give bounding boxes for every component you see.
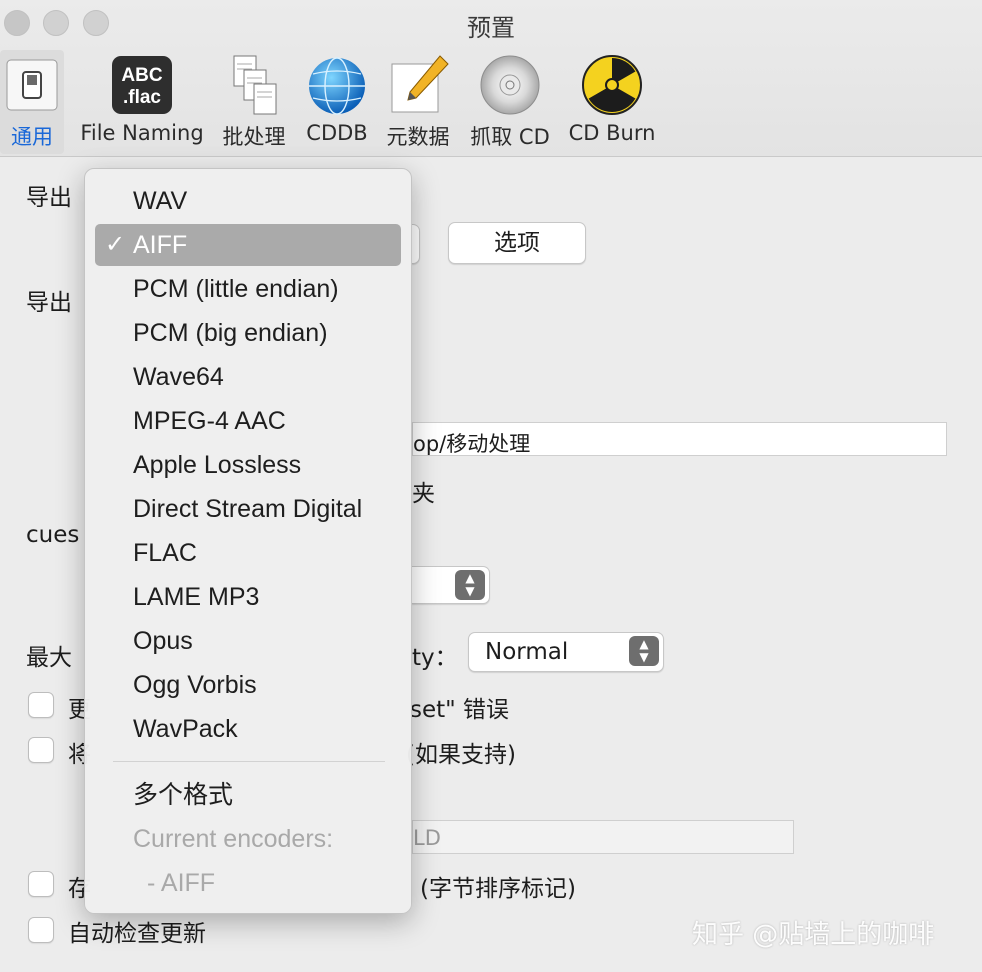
- folder-option-text: 夹: [412, 481, 435, 507]
- output-path-field[interactable]: op/移动处理: [412, 422, 947, 456]
- toolbar-label-cddb: CDDB: [306, 121, 368, 145]
- menu-item-apple-lossless[interactable]: Apple Lossless: [95, 444, 401, 486]
- toolbar-tab-cd-burn[interactable]: CD Burn: [566, 50, 658, 154]
- toolbar-label-file-naming: File Naming: [80, 121, 204, 145]
- priority-popup-stepper-icon: ▲ ▼: [629, 636, 659, 666]
- menu-item-multiple-formats[interactable]: 多个格式: [95, 774, 401, 816]
- watermark: 知乎 @贴墙上的咖啡: [692, 920, 935, 950]
- pencil-note-icon: [391, 55, 449, 113]
- auto-update-checkbox[interactable]: [28, 917, 54, 943]
- menu-item-wave64[interactable]: Wave64: [95, 356, 401, 398]
- max-threads-label: 最大: [26, 645, 72, 671]
- svg-text:ABC: ABC: [121, 65, 162, 86]
- cue-popup-stepper-icon: ▲ ▼: [455, 570, 485, 600]
- toolbar-label-batch: 批处理: [222, 125, 286, 149]
- format-popup-button-edge[interactable]: [412, 224, 420, 264]
- toolbar-tab-metadata[interactable]: 元数据: [382, 50, 454, 154]
- toolbar-label-general: 通用: [11, 125, 53, 149]
- toolbar-label-cd-burn: CD Burn: [568, 121, 656, 145]
- menu-item-wav[interactable]: WAV: [95, 180, 401, 222]
- abc-flac-icon: ABC .flac: [112, 56, 172, 114]
- priority-value: Normal: [485, 639, 569, 665]
- menu-item-mpeg4-aac[interactable]: MPEG-4 AAC: [95, 400, 401, 442]
- output-format-menu: WAV ✓ AIFF PCM (little endian) PCM (big e…: [84, 168, 412, 914]
- menu-current-encoders-label: Current encoders:: [133, 825, 334, 853]
- menu-item-wavpack[interactable]: WavPack: [95, 708, 401, 750]
- toolbar-tab-batch[interactable]: 批处理: [218, 50, 290, 154]
- cd-icon: [480, 55, 540, 115]
- radiation-icon: [582, 55, 642, 115]
- priority-label: ty：: [412, 645, 458, 671]
- toolbar-tab-cddb[interactable]: CDDB: [302, 50, 372, 154]
- checkbox-2-label-tail: (如果支持): [406, 742, 516, 768]
- menu-item-pcm-big-endian[interactable]: PCM (big endian): [95, 312, 401, 354]
- checkbox-1[interactable]: [28, 692, 54, 718]
- toolbar-tab-file-naming[interactable]: ABC .flac File Naming: [78, 50, 206, 154]
- options-button[interactable]: 选项: [448, 222, 586, 264]
- svg-text:.flac: .flac: [123, 87, 161, 108]
- checkbox-3[interactable]: [28, 871, 54, 897]
- toolbar-tab-general[interactable]: 通用: [0, 50, 64, 154]
- checkmark-icon: ✓: [105, 231, 126, 258]
- checkbox-3-label-tail: (字节排序标记): [420, 876, 576, 902]
- disabled-field: LD: [412, 820, 794, 854]
- menu-item-opus[interactable]: Opus: [95, 620, 401, 662]
- export-format-label: 导出: [26, 185, 72, 211]
- auto-update-label: 自动检查更新: [68, 921, 206, 947]
- menu-item-aiff[interactable]: ✓ AIFF: [95, 224, 401, 266]
- menu-item-ogg-vorbis[interactable]: Ogg Vorbis: [95, 664, 401, 706]
- menu-item-flac[interactable]: FLAC: [95, 532, 401, 574]
- menu-separator: [113, 761, 385, 762]
- window-title: 预置: [467, 14, 515, 42]
- menu-current-encoder-value: - AIFF: [147, 869, 216, 897]
- menu-item-lame-mp3[interactable]: LAME MP3: [95, 576, 401, 618]
- switch-icon: [6, 59, 58, 111]
- menu-item-dsd[interactable]: Direct Stream Digital: [95, 488, 401, 530]
- globe-icon: [309, 57, 365, 115]
- toolbar-label-rip-cd: 抓取 CD: [470, 125, 550, 149]
- checkbox-2[interactable]: [28, 737, 54, 763]
- checkbox-1-label-tail: set" 错误: [410, 697, 510, 723]
- export-folder-label: 导出: [26, 290, 72, 316]
- toolbar-tab-rip-cd[interactable]: 抓取 CD: [466, 50, 554, 154]
- toolbar-label-metadata: 元数据: [386, 125, 450, 149]
- menu-item-pcm-little-endian[interactable]: PCM (little endian): [95, 268, 401, 310]
- documents-icon: [233, 55, 277, 115]
- cue-label: cues: [26, 522, 80, 548]
- window-toolbar: 预置 通用 ABC .flac File Naming 批处理 CDDB 元数据…: [0, 0, 982, 157]
